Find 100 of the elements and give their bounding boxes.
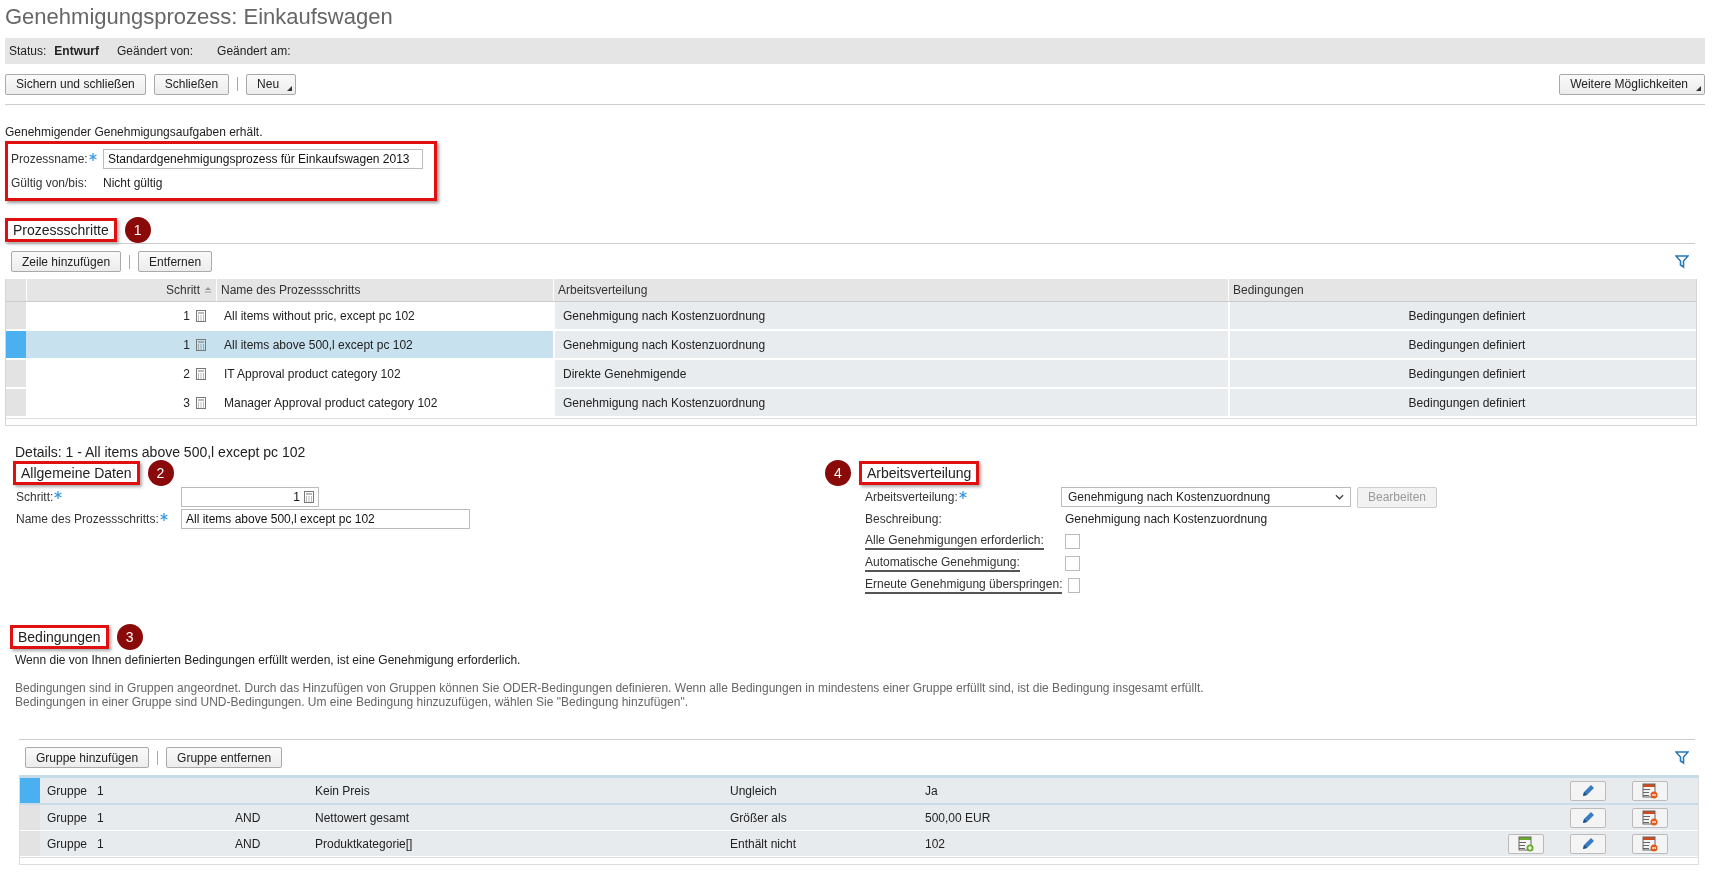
table-button[interactable]: Zeile hinzufügen [11,251,122,272]
pencil-icon [1580,809,1596,826]
toolbar-button[interactable]: Neu [246,73,297,95]
remove-row-icon [1642,809,1658,826]
section-heading: Bedingungen [10,625,109,649]
description-value: Genehmigung nach Kostenzuordnung [1064,512,1268,526]
edit-button[interactable] [1570,780,1606,801]
group-label: Gruppe 1 [46,835,105,853]
column-header[interactable]: Schritt [166,283,200,297]
step-field[interactable]: 1 [181,487,319,507]
help-text: Bedingungen in einer Gruppe sind UND-Bedingungen. Um eine Bedingung hinzuzufügen, wählen Sie "Bedingung hinzufügen". [15,695,689,709]
option-label: Automatische Genehmigung: [865,554,1020,572]
field-label: Beschreibung: [865,512,943,526]
table-cell-text: 500,00 EUR [925,809,992,827]
field-label: Prozessname: [11,152,88,166]
connector-text: AND [235,810,261,825]
status-value: Entwurf [54,44,100,58]
table-cell-text: Manager Approval product category 102 [223,394,439,412]
table-cell-text: Größer als [730,809,788,827]
delete-button[interactable] [1632,807,1668,828]
table-cell: Genehmigung nach Kostenzuordnung [553,302,1228,329]
filter-icon[interactable] [1675,750,1689,765]
number-badge: 3 [116,624,143,650]
edit-button[interactable] [1570,807,1606,828]
table-cell-text: 2 [182,365,191,383]
section-heading: Prozessschritte [5,218,117,242]
table-cell-text: Nettowert gesamt [315,809,411,827]
checkbox[interactable] [1068,577,1080,593]
table-cell-text: 1 [182,336,191,354]
table-cell-text: Produktkategorie[] [315,835,414,853]
field-label: Name des Prozessschritts: [16,512,159,526]
field-label: Gültig von/bis: [11,176,89,190]
column-header[interactable]: Arbeitsverteilung [553,279,1228,301]
table-cell: Bedingungen definiert [1228,360,1696,387]
page-title: Genehmigungsprozess: Einkaufswagen [5,3,394,31]
step-name-field[interactable]: All items above 500,l except pc 102 [181,509,470,529]
calculator-icon[interactable] [304,491,314,503]
changed-at-label: Geändert am: [217,44,291,58]
group-button[interactable]: Gruppe entfernen [166,747,283,768]
intro-text: Genehmigender Genehmigungsaufgaben erhält. [5,124,264,139]
table-cell: Bedingungen definiert [1228,302,1696,329]
table-cell: Direkte Genehmigende [553,360,1228,387]
option-label: Erneute Genehmigung überspringen: [865,576,1063,594]
section-heading: Arbeitsverteilung [859,461,980,485]
calculator-icon[interactable] [196,309,206,322]
table-cell-text: 102 [925,835,947,853]
status-label: Status: [9,44,47,58]
table-cell: Bedingungen definiert [1228,389,1696,416]
calculator-icon[interactable] [196,367,206,380]
toolbar-button[interactable]: Schließen [153,73,230,95]
table-cell-text: All items above 500,l except pc 102 [223,336,414,354]
field-label: Schritt: [16,490,54,504]
help-text: Bedingungen sind in Gruppen angeordnet. Durch das Hinzufügen von Gruppen können Sie ODER-Bedingungen definieren. Wenn alle Bedingungen in mindestens einer Gruppe erfüllt sind, ist die Bedingung insgesamt erfüllt. [15,681,1205,695]
group-button[interactable]: Gruppe hinzufügen [25,747,150,768]
changed-by-label: Geändert von: [117,44,194,58]
pencil-icon [1580,835,1596,852]
more-options-button[interactable]: Weitere Möglichkeiten [1559,73,1705,95]
table-cell: Bedingungen definiert [1228,331,1696,358]
add-condition-button[interactable] [1508,833,1544,854]
table-cell-text: Ja [925,782,939,800]
delete-button[interactable] [1632,780,1668,801]
validity-value: Nicht gültig [103,176,163,190]
details-title: Details: 1 - All items above 500,l except pc 102 [14,444,307,460]
table-button[interactable]: Entfernen [138,251,213,272]
group-label: Gruppe 1 [46,782,105,800]
option-label: Alle Genehmigungen erforderlich: [865,532,1044,550]
column-header[interactable]: Name des Prozessschritts [216,279,553,301]
checkbox[interactable] [1065,555,1080,571]
table-cell-text: Ungleich [730,782,778,800]
distribution-dropdown[interactable]: Genehmigung nach Kostenzuordnung [1061,487,1351,507]
checkbox[interactable] [1065,533,1080,549]
table-cell-text: IT Approval product category 102 [223,365,402,383]
section-heading: Allgemeine Daten [13,461,140,485]
field-label: Arbeitsverteilung: [865,490,958,504]
sort-icon[interactable] [204,286,212,294]
edit-button[interactable] [1570,833,1606,854]
table-cell-text: Kein Preis [315,782,371,800]
calculator-icon[interactable] [196,396,206,409]
toolbar-button[interactable]: Sichern und schließen [5,73,146,95]
number-badge: 2 [147,460,174,486]
table-cell-text: All items without pric, except pc 102 [223,307,416,325]
table-cell-text: 3 [182,394,191,412]
process-name-field[interactable]: Standardgenehmigungsprozess für Einkaufswagen 2013 [103,149,423,169]
remove-row-icon [1642,782,1658,799]
add-row-icon [1518,835,1534,852]
pencil-icon [1580,782,1596,799]
number-badge: 4 [825,460,851,486]
group-label: Gruppe 1 [46,809,105,827]
number-badge: 1 [124,217,151,243]
filter-icon[interactable] [1675,254,1689,269]
table-cell: Genehmigung nach Kostenzuordnung [553,389,1228,416]
table-cell-text: Enthält nicht [730,835,798,853]
chevron-down-icon [1335,494,1344,500]
table-cell-text: 1 [182,307,191,325]
table-cell: Genehmigung nach Kostenzuordnung [553,331,1228,358]
column-header[interactable]: Bedingungen [1228,279,1696,301]
remove-row-icon [1642,835,1658,852]
connector-text: AND [235,836,261,851]
delete-button[interactable] [1632,833,1668,854]
calculator-icon[interactable] [196,338,206,351]
